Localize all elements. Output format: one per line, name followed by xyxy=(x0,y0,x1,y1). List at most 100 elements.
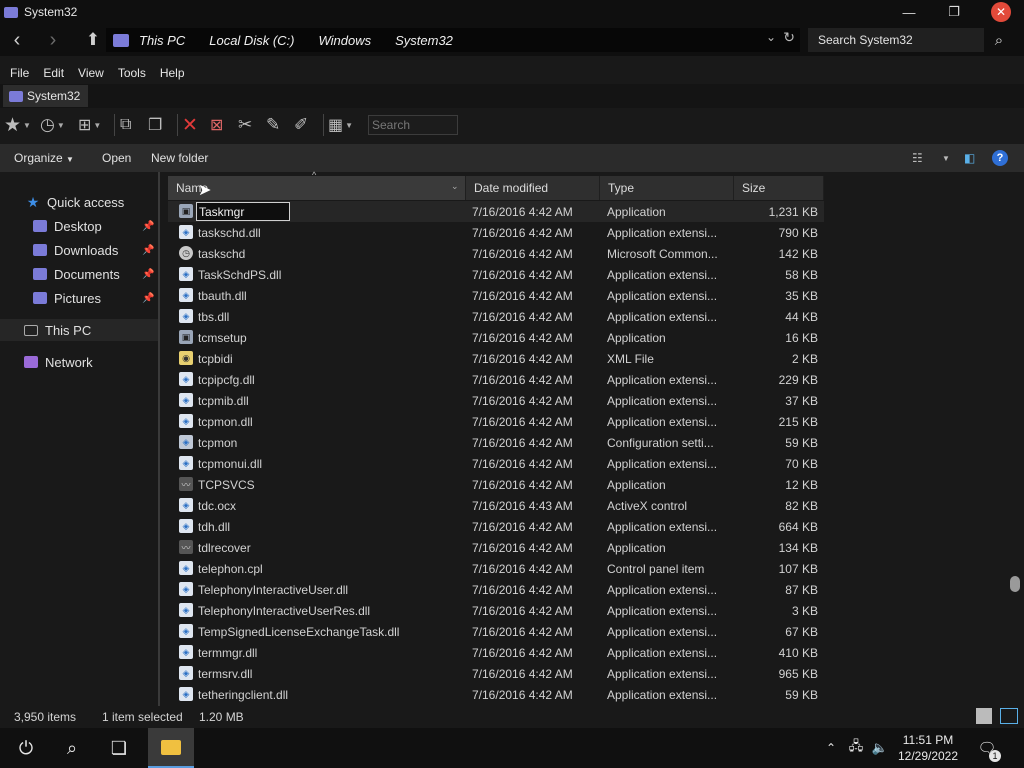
preview-pane-icon[interactable]: ◧ xyxy=(964,149,975,167)
rename-input[interactable]: Taskmgr xyxy=(196,202,290,221)
organize-button[interactable]: Organize ▼ xyxy=(14,151,74,165)
nav-quick-access[interactable]: ★ Quick access xyxy=(0,191,158,213)
windows-button[interactable]: ⊞ ▼ xyxy=(78,113,101,137)
file-row[interactable]: ◈ TaskSchdPS.dll 7/16/2016 4:42 AM Applicat… xyxy=(168,264,824,285)
task-view-button[interactable]: ❏ xyxy=(96,728,142,768)
file-row[interactable]: ◈ TempSignedLicenseExchangeTask.dll 7/16/2… xyxy=(168,621,824,642)
edit-button[interactable]: ✎ xyxy=(266,113,280,137)
file-row[interactable]: ▣ tcmsetup 7/16/2016 4:42 AM Application 16 … xyxy=(168,327,824,348)
nav-network[interactable]: Network xyxy=(0,351,158,373)
address-bar[interactable]: This PC Local Disk (C:) Windows System32… xyxy=(106,28,800,52)
delete-permanent-button[interactable]: ⊠ xyxy=(210,113,223,137)
nav-item-documents[interactable]: Documents 📌 xyxy=(0,263,158,285)
file-row[interactable]: ◈ tcpmon 7/16/2016 4:42 AM Configuration se… xyxy=(168,432,824,453)
file-explorer-taskbar-button[interactable] xyxy=(148,728,194,768)
vertical-scrollbar[interactable] xyxy=(1008,172,1022,706)
view-button[interactable]: ▦ ▼ xyxy=(328,113,353,137)
minimize-button[interactable]: — xyxy=(886,0,932,24)
file-row[interactable]: ◈ tetheringclient.dll 7/16/2016 4:42 AM App… xyxy=(168,684,824,705)
file-row[interactable]: ◈ tdc.ocx 7/16/2016 4:43 AM ActiveX control… xyxy=(168,495,824,516)
menu-edit[interactable]: Edit xyxy=(43,66,64,80)
file-dll-icon: ◈ xyxy=(179,624,193,638)
file-row[interactable]: ◈ tcpmon.dll 7/16/2016 4:42 AM Application … xyxy=(168,411,824,432)
back-button[interactable]: ‹ xyxy=(4,28,30,52)
cut-button[interactable]: ✂ xyxy=(238,113,252,137)
taskbar-search-button[interactable]: ⌕ xyxy=(50,728,94,768)
details-view-icon[interactable]: ☷ xyxy=(912,149,923,167)
taskbar-clock[interactable]: 11:51 PM 12/29/2022 xyxy=(892,732,964,764)
file-size: 107 KB xyxy=(778,561,818,576)
file-name: TaskSchdPS.dll xyxy=(198,267,282,282)
file-row[interactable]: ◈ termmgr.dll 7/16/2016 4:42 AM Application… xyxy=(168,642,824,663)
maximize-button[interactable]: ❐ xyxy=(931,0,977,24)
file-row[interactable]: ◈ TelephonyInteractiveUser.dll 7/16/2016 4… xyxy=(168,579,824,600)
column-header-name[interactable]: Name ^ ⌄ xyxy=(168,170,466,200)
history-button[interactable]: ◷ ▼ xyxy=(40,113,65,137)
toolbar-search-input[interactable]: Search xyxy=(368,115,458,135)
breadcrumb-local-disk[interactable]: Local Disk (C:) xyxy=(209,33,294,48)
move-to-button[interactable]: ⧉ xyxy=(120,113,131,137)
menu-file[interactable]: File xyxy=(10,66,29,80)
column-header-date[interactable]: Date modified xyxy=(466,176,600,200)
column-header-size[interactable]: Size xyxy=(734,176,824,200)
network-tray-icon[interactable]: 🖧 xyxy=(846,728,866,768)
file-row[interactable]: 〰 TCPSVCS 7/16/2016 4:42 AM Application 12 K… xyxy=(168,474,824,495)
file-name: tcpmonui.dll xyxy=(198,456,263,471)
rename-button[interactable]: ✐ xyxy=(294,113,308,137)
menu-help[interactable]: Help xyxy=(160,66,185,80)
file-row[interactable]: ◈ tcpmib.dll 7/16/2016 4:42 AM Application … xyxy=(168,390,824,411)
file-row[interactable]: ◉ tcpbidi 7/16/2016 4:42 AM XML File 2 KB xyxy=(168,348,824,369)
file-row[interactable]: ◈ TelephonyInteractiveUserRes.dll 7/16/201… xyxy=(168,600,824,621)
file-type: Application extensi... xyxy=(607,456,718,471)
file-row[interactable]: ◈ termsrv.dll 7/16/2016 4:42 AM Application… xyxy=(168,663,824,684)
chevron-down-icon[interactable]: ⌄ xyxy=(451,181,459,192)
tab-system32[interactable]: System32 xyxy=(3,85,89,107)
file-row[interactable]: ◈ telephon.cpl 7/16/2016 4:42 AM Control pa… xyxy=(168,558,824,579)
breadcrumb-windows[interactable]: Windows xyxy=(318,33,371,48)
file-row[interactable]: ◈ tcpipcfg.dll 7/16/2016 4:42 AM Applicatio… xyxy=(168,369,824,390)
file-row[interactable]: ◈ tdh.dll 7/16/2016 4:42 AM Application ext… xyxy=(168,516,824,537)
file-row[interactable]: ◈ tbs.dll 7/16/2016 4:42 AM Application ext… xyxy=(168,306,824,327)
file-size: 1,231 KB xyxy=(768,204,818,219)
file-row[interactable]: ◷ taskschd 7/16/2016 4:42 AM Microsoft Comm… xyxy=(168,243,824,264)
file-row[interactable]: ◈ taskschd.dll 7/16/2016 4:42 AM Applicatio… xyxy=(168,222,824,243)
file-name: taskschd.dll xyxy=(198,225,261,240)
start-button[interactable]: ⏻ xyxy=(4,728,48,768)
search-icon[interactable]: ⌕ xyxy=(986,28,1012,52)
up-button[interactable]: ⬆ xyxy=(80,28,106,52)
column-header-type[interactable]: Type xyxy=(600,176,734,200)
open-button[interactable]: Open xyxy=(102,151,131,165)
file-row[interactable]: ◈ tbauth.dll 7/16/2016 4:42 AM Application … xyxy=(168,285,824,306)
close-button[interactable]: ✕ xyxy=(978,0,1024,24)
file-row[interactable]: ▣ Taskmgr 7/16/2016 4:42 AM Application 1,23… xyxy=(168,201,824,222)
notification-center-button[interactable]: 🗨 1 xyxy=(972,728,1002,768)
scrollbar-thumb[interactable] xyxy=(1010,576,1020,592)
title-bar: System32 xyxy=(0,0,1024,24)
details-view-icon[interactable] xyxy=(976,708,992,724)
nav-item-pictures[interactable]: Pictures 📌 xyxy=(0,287,158,309)
copy-to-button[interactable]: ❐ xyxy=(148,113,162,137)
nav-this-pc[interactable]: This PC xyxy=(0,319,158,341)
tray-overflow-button[interactable]: ⌃ xyxy=(822,728,840,768)
volume-tray-icon[interactable]: 🔈 xyxy=(870,728,890,768)
chevron-down-icon[interactable]: ⌄ xyxy=(766,30,776,44)
file-name: tcpmib.dll xyxy=(198,393,249,408)
breadcrumb-this-pc[interactable]: This PC xyxy=(139,33,185,48)
help-icon[interactable]: ? xyxy=(992,149,1008,167)
menu-view[interactable]: View xyxy=(78,66,104,80)
favorites-button[interactable]: ★ ▼ xyxy=(4,113,31,137)
large-icons-view-icon[interactable] xyxy=(1000,708,1018,724)
chevron-down-icon[interactable]: ▼ xyxy=(942,149,950,167)
delete-button[interactable]: ✕ xyxy=(182,113,198,137)
nav-item-desktop[interactable]: Desktop 📌 xyxy=(0,215,158,237)
menu-tools[interactable]: Tools xyxy=(118,66,146,80)
breadcrumb-system32[interactable]: System32 xyxy=(395,33,453,48)
file-row[interactable]: 〰 tdlrecover 7/16/2016 4:42 AM Application 1… xyxy=(168,537,824,558)
refresh-icon[interactable]: ↻ xyxy=(783,29,795,46)
nav-item-downloads[interactable]: Downloads 📌 xyxy=(0,239,158,261)
forward-button[interactable]: › xyxy=(40,28,66,52)
new-folder-button[interactable]: New folder xyxy=(151,151,208,165)
file-row[interactable]: ◈ tcpmonui.dll 7/16/2016 4:42 AM Applicatio… xyxy=(168,453,824,474)
pane-divider[interactable] xyxy=(158,172,160,706)
search-input[interactable]: Search System32 xyxy=(808,28,984,52)
